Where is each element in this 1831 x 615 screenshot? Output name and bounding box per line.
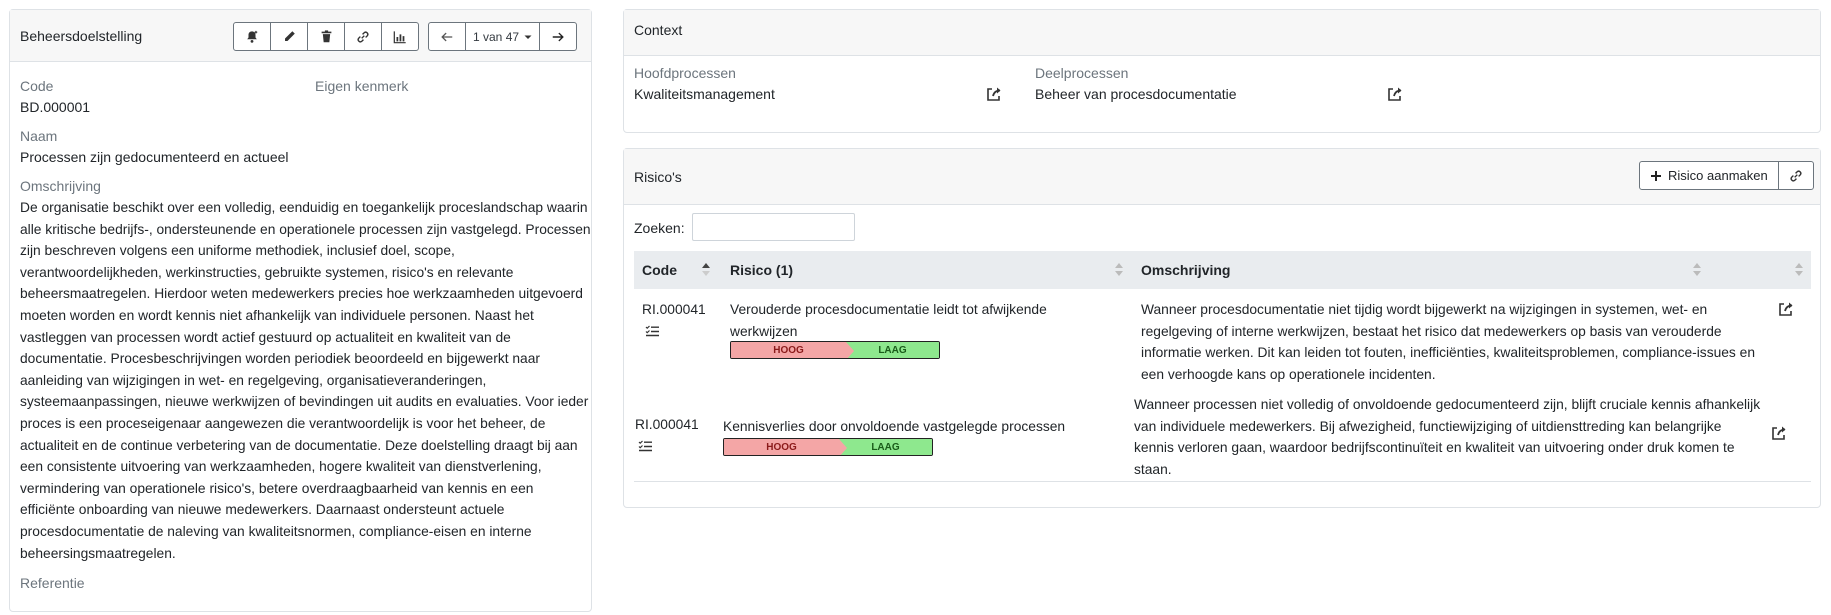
column-risk[interactable]: Risico (1) xyxy=(730,262,793,278)
name-label: Naam xyxy=(20,128,58,144)
checklist-icon xyxy=(645,325,659,337)
net-risk-level: LAAG xyxy=(846,342,939,358)
external-link-icon[interactable] xyxy=(1771,425,1787,441)
own-mark-label: Eigen kenmerk xyxy=(315,78,409,94)
external-link-icon xyxy=(1388,87,1402,101)
risk-score-bar: HOOG LAAG xyxy=(730,341,940,359)
bar-chart-icon xyxy=(393,30,406,43)
code-value: BD.000001 xyxy=(20,99,91,115)
link-button[interactable] xyxy=(344,22,382,51)
edit-button[interactable] xyxy=(270,22,308,51)
action-toolbar xyxy=(233,22,419,51)
chart-button[interactable] xyxy=(381,22,419,51)
open-sub-process-button[interactable] xyxy=(1387,86,1403,102)
plus-icon xyxy=(1651,170,1661,181)
sub-processes-value: Beheer van procesdocumentatie xyxy=(1035,86,1237,102)
arrow-left-icon xyxy=(441,32,453,41)
link-icon xyxy=(1790,170,1802,181)
bell-plus-icon xyxy=(247,30,258,43)
row-divider xyxy=(634,481,1811,482)
gross-risk-level: HOOG xyxy=(724,439,847,455)
description-label: Omschrijving xyxy=(20,178,101,194)
search-label: Zoeken: xyxy=(634,220,685,236)
sort-icon xyxy=(1693,263,1701,276)
external-link-icon[interactable] xyxy=(1778,301,1794,317)
net-risk-level: LAAG xyxy=(839,439,932,455)
risk-code[interactable]: RI.000041 xyxy=(642,299,706,321)
risk-description: Wanneer procesdocumentatie niet tijdig w… xyxy=(1141,302,1756,382)
sub-processes-label: Deelprocessen xyxy=(1035,65,1129,81)
link-risk-button[interactable] xyxy=(1777,161,1814,190)
create-risk-button[interactable]: Risico aanmaken xyxy=(1639,161,1779,190)
sort-icon xyxy=(1795,263,1803,276)
reference-label: Referentie xyxy=(20,575,85,591)
panel-title: Beheersdoelstelling xyxy=(20,28,143,44)
panel-header: Context xyxy=(624,10,1820,56)
risk-title: Verouderde procesdocumentatie leidt tot … xyxy=(730,302,1047,339)
risk-score-bar: HOOG LAAG xyxy=(723,438,933,456)
code-label: Code xyxy=(20,78,54,94)
sort-asc-icon xyxy=(702,263,710,276)
context-panel: Context Hoofdprocessen Kwaliteitsmanagem… xyxy=(623,9,1821,133)
panel-title: Risico's xyxy=(634,169,682,185)
link-icon xyxy=(357,31,369,42)
page-select-label: 1 van 47 xyxy=(473,29,520,44)
open-main-process-button[interactable] xyxy=(986,86,1002,102)
control-objective-panel: Beheersdoelstelling 1 van 47 Code BD.000… xyxy=(9,9,592,612)
panel-title: Context xyxy=(634,22,683,38)
arrow-right-icon xyxy=(552,32,564,41)
next-button[interactable] xyxy=(539,22,578,51)
delete-button[interactable] xyxy=(307,22,345,51)
main-processes-label: Hoofdprocessen xyxy=(634,65,736,81)
page-select[interactable]: 1 van 47 xyxy=(465,22,541,51)
trash-icon xyxy=(321,30,331,43)
column-code[interactable]: Code xyxy=(642,262,677,278)
pager: 1 van 47 xyxy=(428,22,578,51)
caret-down-icon xyxy=(524,35,532,39)
column-description[interactable]: Omschrijving xyxy=(1141,262,1230,278)
pencil-icon xyxy=(284,31,295,41)
main-processes-value: Kwaliteitsmanagement xyxy=(634,86,775,102)
previous-button[interactable] xyxy=(428,22,466,51)
description-value: De organisatie beschikt over een volledi… xyxy=(20,200,591,561)
name-value: Processen zijn gedocumenteerd en actueel xyxy=(20,149,289,165)
risks-panel: Risico's Risico aanmaken Zoeken: Code Ri… xyxy=(623,148,1821,508)
gross-risk-level: HOOG xyxy=(731,342,854,358)
panel-header: Risico's Risico aanmaken xyxy=(624,149,1820,205)
sort-icon xyxy=(1115,263,1123,276)
risk-actions: Risico aanmaken xyxy=(1639,161,1814,190)
create-risk-label: Risico aanmaken xyxy=(1668,168,1768,183)
risk-description: Wanneer processen niet volledig of onvol… xyxy=(1134,397,1761,477)
external-link-icon xyxy=(987,87,1001,101)
table-header: Code Risico (1) Omschrijving xyxy=(634,251,1811,289)
notify-button[interactable] xyxy=(233,22,271,51)
search-input[interactable] xyxy=(692,213,855,241)
risk-code[interactable]: RI.000041 xyxy=(635,414,699,436)
risk-title: Kennisverlies door onvoldoende vastgeleg… xyxy=(723,419,1066,434)
checklist-icon xyxy=(638,440,652,452)
panel-header: Beheersdoelstelling 1 van 47 xyxy=(10,10,591,62)
